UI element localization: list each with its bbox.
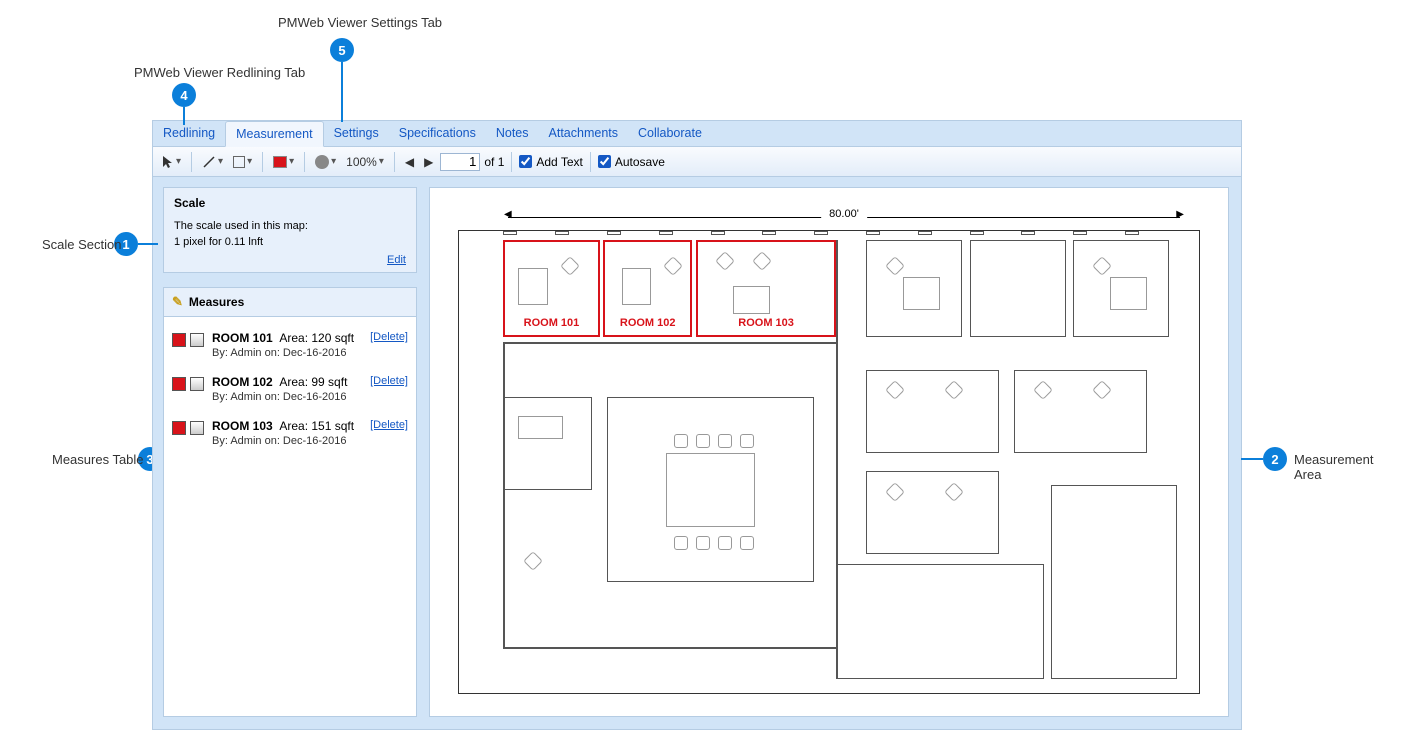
callout-5: 5 <box>330 38 354 62</box>
toolbar: ▾ ▾ ▾ ▾ ▾ 100% ▾ ◀ ▶ of 1 Add Text Autos… <box>153 147 1241 177</box>
tab-notes[interactable]: Notes <box>486 121 539 146</box>
measure-name: ROOM 101 <box>212 331 273 345</box>
measure-name: ROOM 102 <box>212 375 273 389</box>
add-text-checkbox[interactable] <box>519 155 532 168</box>
circle-tool[interactable]: ▾ <box>312 153 339 171</box>
measure-by: By: Admin on: Dec-16-2016 <box>212 435 362 447</box>
measure-area: Area: 120 sqft <box>279 331 354 345</box>
tab-measurement[interactable]: Measurement <box>225 121 323 147</box>
measure-delete[interactable]: [Delete] <box>370 419 408 431</box>
floor-plan: ROOM 101 ROOM 102 ROOM 103 <box>458 230 1200 694</box>
measures-panel: Measures ROOM 101 Area: 120 sqft By: Adm… <box>163 287 417 717</box>
autosave-label: Autosave <box>615 155 665 169</box>
measure-by: By: Admin on: Dec-16-2016 <box>212 391 362 403</box>
dimension-label: 80.00' <box>821 208 867 220</box>
measure-row: ROOM 102 Area: 99 sqft By: Admin on: Dec… <box>170 369 410 413</box>
measure-swatch-outline[interactable] <box>190 377 204 391</box>
measure-area: Area: 99 sqft <box>279 375 347 389</box>
measure-swatch-outline[interactable] <box>190 333 204 347</box>
callout-2: 2 <box>1263 447 1287 471</box>
annot-redlining-tab: PMWeb Viewer Redlining Tab <box>134 65 305 80</box>
callout-4: 4 <box>172 83 196 107</box>
measures-title: Measures <box>189 295 244 309</box>
measure-swatch-outline[interactable] <box>190 421 204 435</box>
tabs-bar: Redlining Measurement Settings Specifica… <box>153 121 1241 147</box>
autosave-checkbox[interactable] <box>598 155 611 168</box>
measure-swatch-red[interactable] <box>172 421 186 435</box>
rect-tool[interactable]: ▾ <box>230 154 255 170</box>
pencil-icon <box>172 294 183 310</box>
measure-swatch-red[interactable] <box>172 377 186 391</box>
measure-swatch-red[interactable] <box>172 333 186 347</box>
tab-specifications[interactable]: Specifications <box>389 121 486 146</box>
tab-attachments[interactable]: Attachments <box>539 121 628 146</box>
measure-by: By: Admin on: Dec-16-2016 <box>212 347 362 359</box>
zoom-dropdown[interactable]: 100% ▾ <box>343 153 387 171</box>
measure-row: ROOM 103 Area: 151 sqft By: Admin on: De… <box>170 413 410 457</box>
viewer-window: Redlining Measurement Settings Specifica… <box>152 120 1242 730</box>
drawing-area[interactable]: 80.00' ROOM 101 ROOM 102 ROOM 103 <box>429 187 1229 717</box>
scale-desc1: The scale used in this map: <box>174 220 406 232</box>
tab-redlining[interactable]: Redlining <box>153 121 225 146</box>
measure-name: ROOM 103 <box>212 419 273 433</box>
measures-list: ROOM 101 Area: 120 sqft By: Admin on: De… <box>164 317 416 465</box>
measure-area: Area: 151 sqft <box>279 419 354 433</box>
annot-measures: Measures Table <box>52 452 144 467</box>
tab-settings[interactable]: Settings <box>324 121 389 146</box>
measure-delete[interactable]: [Delete] <box>370 375 408 387</box>
page-next[interactable]: ▶ <box>421 153 436 171</box>
page-input[interactable] <box>440 153 480 171</box>
pointer-tool[interactable]: ▾ <box>159 153 184 171</box>
add-text-label: Add Text <box>536 155 582 169</box>
scale-panel: Scale The scale used in this map: 1 pixe… <box>163 187 417 273</box>
measure-delete[interactable]: [Delete] <box>370 331 408 343</box>
dimension-line: 80.00' <box>508 210 1180 224</box>
line-tool[interactable]: ▾ <box>199 153 226 171</box>
page-prev[interactable]: ◀ <box>402 153 417 171</box>
annot-scale: Scale Section <box>42 237 122 252</box>
scale-title: Scale <box>174 196 406 210</box>
tab-collaborate[interactable]: Collaborate <box>628 121 712 146</box>
annot-settings-tab: PMWeb Viewer Settings Tab <box>278 15 442 30</box>
scale-edit-link[interactable]: Edit <box>387 254 406 266</box>
color-fill-red[interactable]: ▾ <box>270 154 297 170</box>
annot-measurement-area: Measurement Area <box>1294 452 1403 482</box>
measure-row: ROOM 101 Area: 120 sqft By: Admin on: De… <box>170 325 410 369</box>
scale-desc2: 1 pixel for 0.11 lnft <box>174 236 406 248</box>
page-of: of 1 <box>484 155 504 169</box>
